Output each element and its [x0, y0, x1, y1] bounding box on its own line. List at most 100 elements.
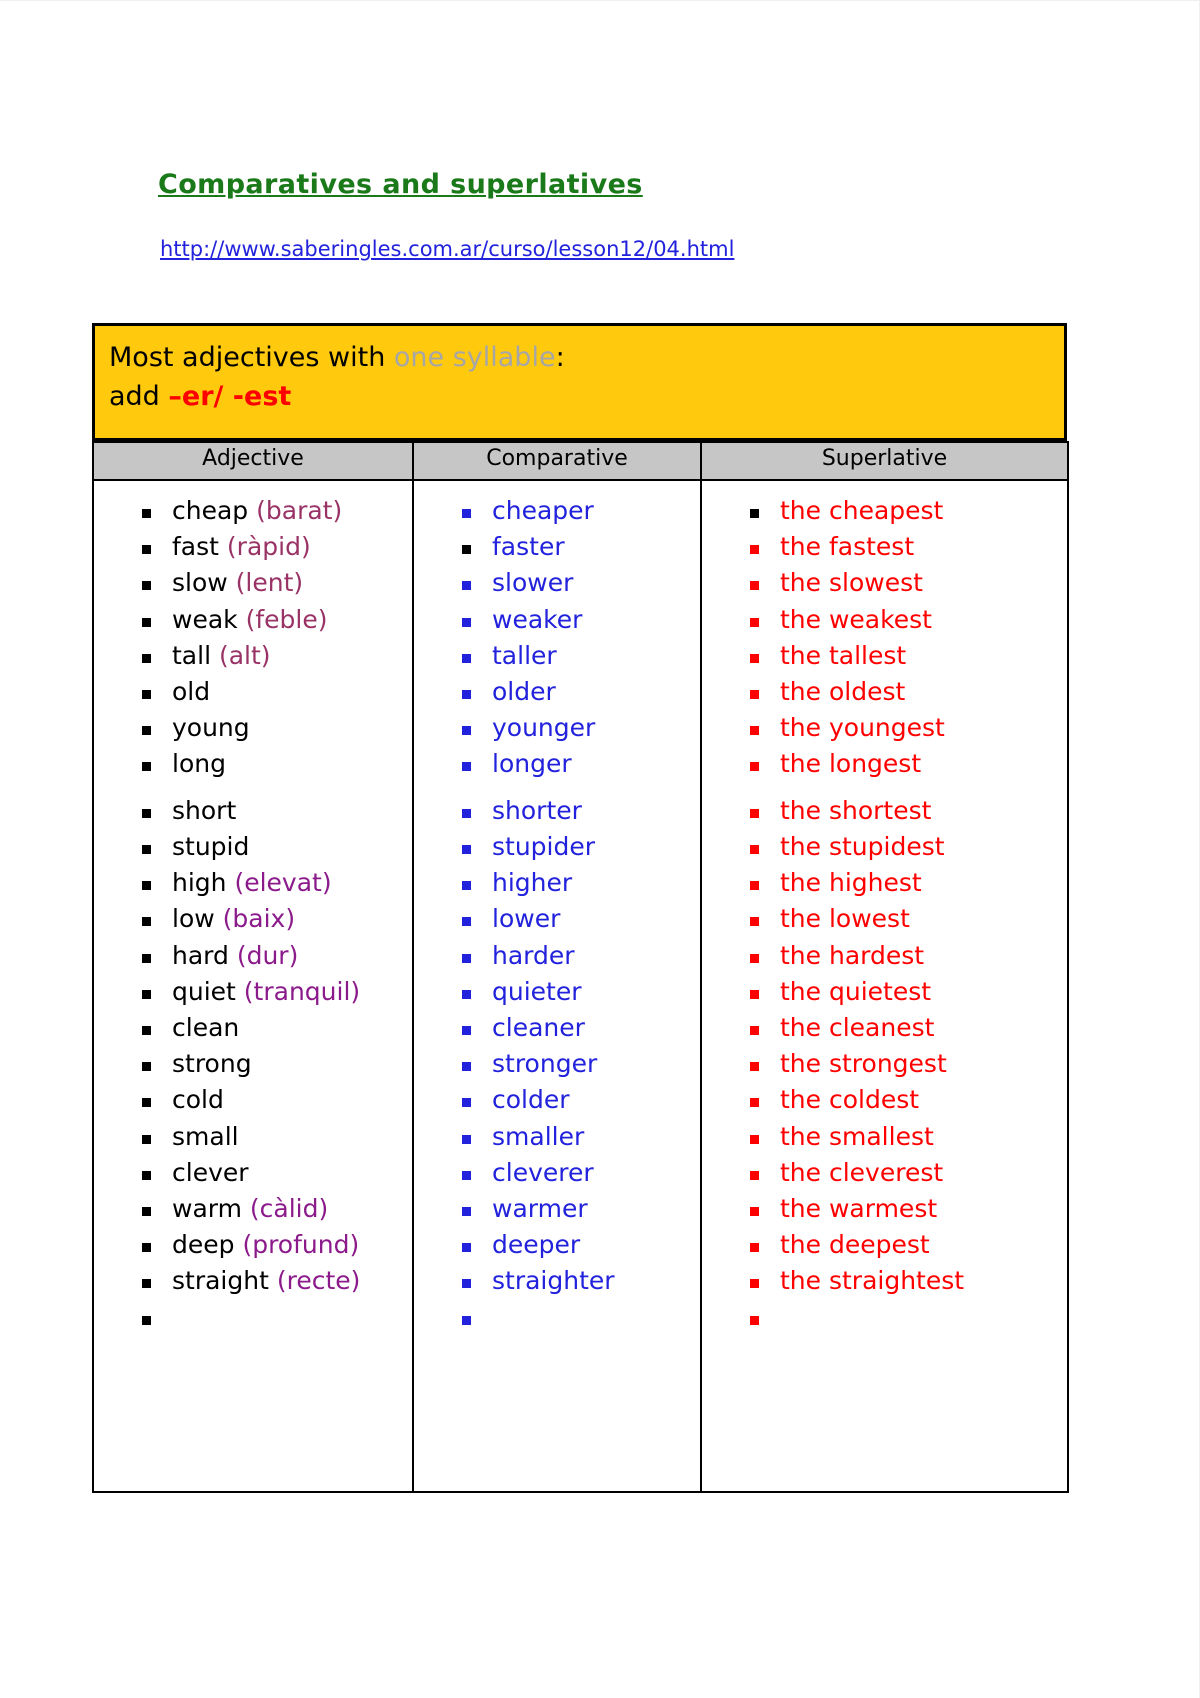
list-item: higher [462, 865, 700, 901]
comparative-word: higher [492, 868, 573, 898]
list-item: the coldest [750, 1082, 1067, 1118]
list-item: small [142, 1119, 412, 1155]
superlative-cell: the cheapest the fastest the slowest the we… [700, 479, 1069, 1494]
list-item: stupider [462, 829, 700, 865]
list-item: short [142, 793, 412, 829]
list-item: the quietest [750, 974, 1067, 1010]
superlative-word: the cheapest [780, 496, 944, 526]
superlative-word: the shortest [780, 795, 932, 825]
adjective-list: cheap (barat) fast (ràpid) slow (lent) weak… [94, 493, 412, 1335]
list-item: shorter [462, 793, 700, 829]
superlative-word: the lowest [780, 904, 910, 934]
adjective-word: short [172, 795, 237, 825]
list-item: strong [142, 1046, 412, 1082]
adjective-word: quiet [172, 976, 236, 1006]
list-item: cold [142, 1082, 412, 1118]
rule-line-1-prefix: Most adjectives with [109, 341, 394, 373]
comparative-word: longer [492, 749, 572, 779]
adjective-word: small [172, 1121, 239, 1151]
list-item: weaker [462, 602, 700, 638]
list-item: slower [462, 565, 700, 601]
list-item: the youngest [750, 710, 1067, 746]
adjective-word: clean [172, 1012, 240, 1042]
list-item: deeper [462, 1227, 700, 1263]
list-item: quiet (tranquil) [142, 974, 412, 1010]
list-item: the warmest [750, 1191, 1067, 1227]
list-item: the weakest [750, 602, 1067, 638]
list-item: the hardest [750, 938, 1067, 974]
list-item: colder [462, 1082, 700, 1118]
adjective-word: weak [172, 604, 238, 634]
list-item: younger [462, 710, 700, 746]
list-item: taller [462, 638, 700, 674]
document-content: Comparatives and superlatives http://www… [92, 170, 1069, 1494]
list-item: cheaper [462, 493, 700, 529]
list-item: low (baix) [142, 901, 412, 937]
comparative-word: weaker [492, 604, 583, 634]
list-item: the shortest [750, 793, 1067, 829]
adjective-word: deep [172, 1230, 235, 1260]
comparative-word: cleverer [492, 1157, 594, 1187]
comparative-word: cheaper [492, 496, 594, 526]
superlative-word: the longest [780, 749, 922, 779]
superlative-word: the warmest [780, 1193, 938, 1223]
comparative-word: warmer [492, 1193, 588, 1223]
superlative-word: the youngest [780, 713, 945, 743]
comparative-word: colder [492, 1085, 570, 1115]
adjective-word: straight [172, 1266, 269, 1296]
list-item: faster [462, 529, 700, 565]
superlative-word: the strongest [780, 1049, 947, 1079]
list-item: the oldest [750, 674, 1067, 710]
superlative-word: the oldest [780, 677, 906, 707]
adjective-word: cold [172, 1085, 224, 1115]
list-item: the stupidest [750, 829, 1067, 865]
column-header-adjective: Adjective [92, 441, 414, 482]
page-edge-top [0, 0, 1200, 1]
list-item: longer [462, 746, 700, 782]
superlative-word: the tallest [780, 640, 907, 670]
superlative-word: the fastest [780, 532, 915, 562]
superlative-word: the weakest [780, 604, 932, 634]
list-item: the highest [750, 865, 1067, 901]
list-item: the longest [750, 746, 1067, 782]
list-item [142, 1300, 412, 1336]
source-url-link[interactable]: http://www.saberingles.com.ar/curso/less… [160, 237, 734, 261]
rule-line-2-suffix: –er/ -est [168, 380, 292, 412]
list-item: smaller [462, 1119, 700, 1155]
superlative-word: the smallest [780, 1121, 934, 1151]
superlative-word: the coldest [780, 1085, 920, 1115]
list-item: stronger [462, 1046, 700, 1082]
comparative-word: taller [492, 640, 557, 670]
adjective-word: long [172, 749, 226, 779]
list-item: the cleanest [750, 1010, 1067, 1046]
comparative-word: shorter [492, 795, 582, 825]
list-item: straighter [462, 1263, 700, 1299]
adjective-word: young [172, 713, 250, 743]
adjective-word: clever [172, 1157, 249, 1187]
list-item: hard (dur) [142, 938, 412, 974]
superlative-word: the hardest [780, 940, 925, 970]
superlative-word: the cleverest [780, 1157, 944, 1187]
list-item: harder [462, 938, 700, 974]
adjective-translation: (càlid) [249, 1193, 329, 1223]
list-item: long [142, 746, 412, 782]
comparative-word: quieter [492, 976, 582, 1006]
list-item [750, 1300, 1067, 1336]
adjective-translation: (tranquil) [243, 976, 361, 1006]
list-item: lower [462, 901, 700, 937]
adjective-word: old [172, 677, 211, 707]
comparative-word: slower [492, 568, 574, 598]
list-item: older [462, 674, 700, 710]
column-header-comparative: Comparative [412, 441, 702, 482]
superlative-word: the stupidest [780, 831, 945, 861]
adjective-translation: (dur) [236, 940, 299, 970]
comparative-list: cheaper faster slower weaker taller older youn… [414, 493, 700, 1335]
list-item: weak (feble) [142, 602, 412, 638]
list-item: stupid [142, 829, 412, 865]
list-item: slow (lent) [142, 565, 412, 601]
list-item: quieter [462, 974, 700, 1010]
adjective-translation: (recte) [276, 1266, 361, 1296]
adjective-translation: (feble) [245, 604, 328, 634]
comparative-word: smaller [492, 1121, 585, 1151]
list-item: the cheapest [750, 493, 1067, 529]
